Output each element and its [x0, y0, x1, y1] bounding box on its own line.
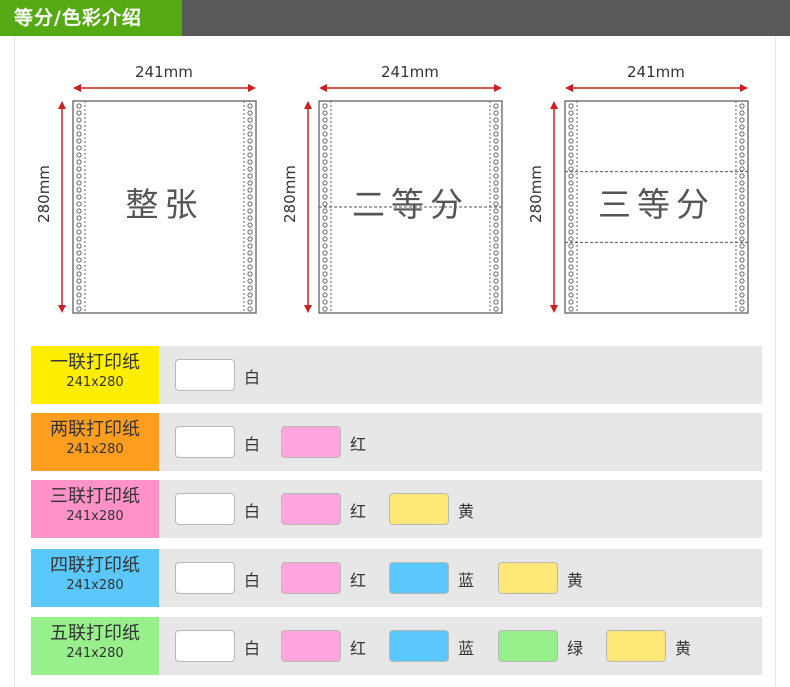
ply-name: 五联打印纸	[50, 623, 140, 644]
ply-size: 241x280	[66, 509, 124, 524]
split-label: 三等分	[598, 185, 715, 224]
color-label: 绿	[567, 639, 584, 658]
ply-size: 241x280	[66, 442, 124, 457]
ply-row: 五联打印纸 241x280 白 红 蓝 绿 黄	[31, 617, 762, 675]
ply-size: 241x280	[66, 375, 124, 390]
color-swatch	[175, 630, 235, 662]
section-title: 等分/色彩介绍	[0, 0, 182, 36]
color-label: 黄	[675, 639, 692, 658]
color-label: 白	[244, 435, 261, 454]
color-label: 白	[244, 571, 261, 590]
color-label: 蓝	[458, 639, 475, 658]
split-label: 整张	[125, 185, 204, 224]
split-label: 二等分	[352, 185, 469, 224]
color-swatch	[281, 493, 341, 525]
color-label: 红	[350, 639, 367, 658]
height-arrow-head	[304, 101, 312, 109]
ply-tag: 五联打印纸 241x280	[31, 617, 159, 675]
ply-tag: 两联打印纸 241x280	[31, 413, 159, 471]
color-swatch	[175, 426, 235, 458]
ply-row: 三联打印纸 241x280 白 红 黄	[31, 480, 762, 538]
width-label: 241mm	[627, 63, 685, 81]
color-label: 黄	[458, 502, 475, 521]
width-label: 241mm	[381, 63, 439, 81]
ply-size: 241x280	[66, 646, 124, 661]
color-swatch	[498, 630, 558, 662]
width-arrow-head	[319, 84, 327, 92]
color-label: 白	[244, 639, 261, 658]
color-swatch	[175, 493, 235, 525]
height-arrow-head	[304, 305, 312, 313]
color-swatch	[389, 493, 449, 525]
ply-tag: 三联打印纸 241x280	[31, 480, 159, 538]
height-arrow-head	[550, 101, 558, 109]
ply-name: 三联打印纸	[50, 486, 140, 507]
color-label: 红	[350, 571, 367, 590]
color-swatch	[281, 426, 341, 458]
ply-name: 一联打印纸	[50, 352, 140, 373]
ply-size: 241x280	[66, 578, 124, 593]
ply-name: 四联打印纸	[50, 555, 140, 576]
ply-row: 两联打印纸 241x280 白 红	[31, 413, 762, 471]
height-label: 280mm	[281, 165, 299, 223]
color-swatch	[498, 562, 558, 594]
ply-name: 两联打印纸	[50, 419, 140, 440]
ply-tag: 一联打印纸 241x280	[31, 346, 159, 404]
width-arrow-head	[248, 84, 256, 92]
color-swatch	[606, 630, 666, 662]
width-arrow-head	[740, 84, 748, 92]
width-arrow-head	[494, 84, 502, 92]
height-arrow-head	[550, 305, 558, 313]
ply-tag: 四联打印纸 241x280	[31, 549, 159, 607]
color-swatch	[389, 630, 449, 662]
color-swatch	[281, 630, 341, 662]
ply-row: 一联打印纸 241x280 白	[31, 346, 762, 404]
color-label: 红	[350, 435, 367, 454]
height-label: 280mm	[35, 165, 53, 223]
color-label: 蓝	[458, 571, 475, 590]
width-arrow-head	[565, 84, 573, 92]
color-label: 白	[244, 502, 261, 521]
color-swatch	[281, 562, 341, 594]
color-swatch	[389, 562, 449, 594]
height-arrow-head	[58, 305, 66, 313]
height-arrow-head	[58, 101, 66, 109]
color-label: 红	[350, 502, 367, 521]
split-diagrams: 241mm 280mm 整张 241mm 280mm 二等分 241mm 280mm 三等分	[0, 36, 790, 336]
color-swatch	[175, 359, 235, 391]
color-swatch	[175, 562, 235, 594]
color-label: 白	[244, 368, 261, 387]
width-label: 241mm	[135, 63, 193, 81]
width-arrow-head	[73, 84, 81, 92]
color-label: 黄	[567, 571, 584, 590]
ply-row: 四联打印纸 241x280 白 红 蓝 黄	[31, 549, 762, 607]
height-label: 280mm	[527, 165, 545, 223]
